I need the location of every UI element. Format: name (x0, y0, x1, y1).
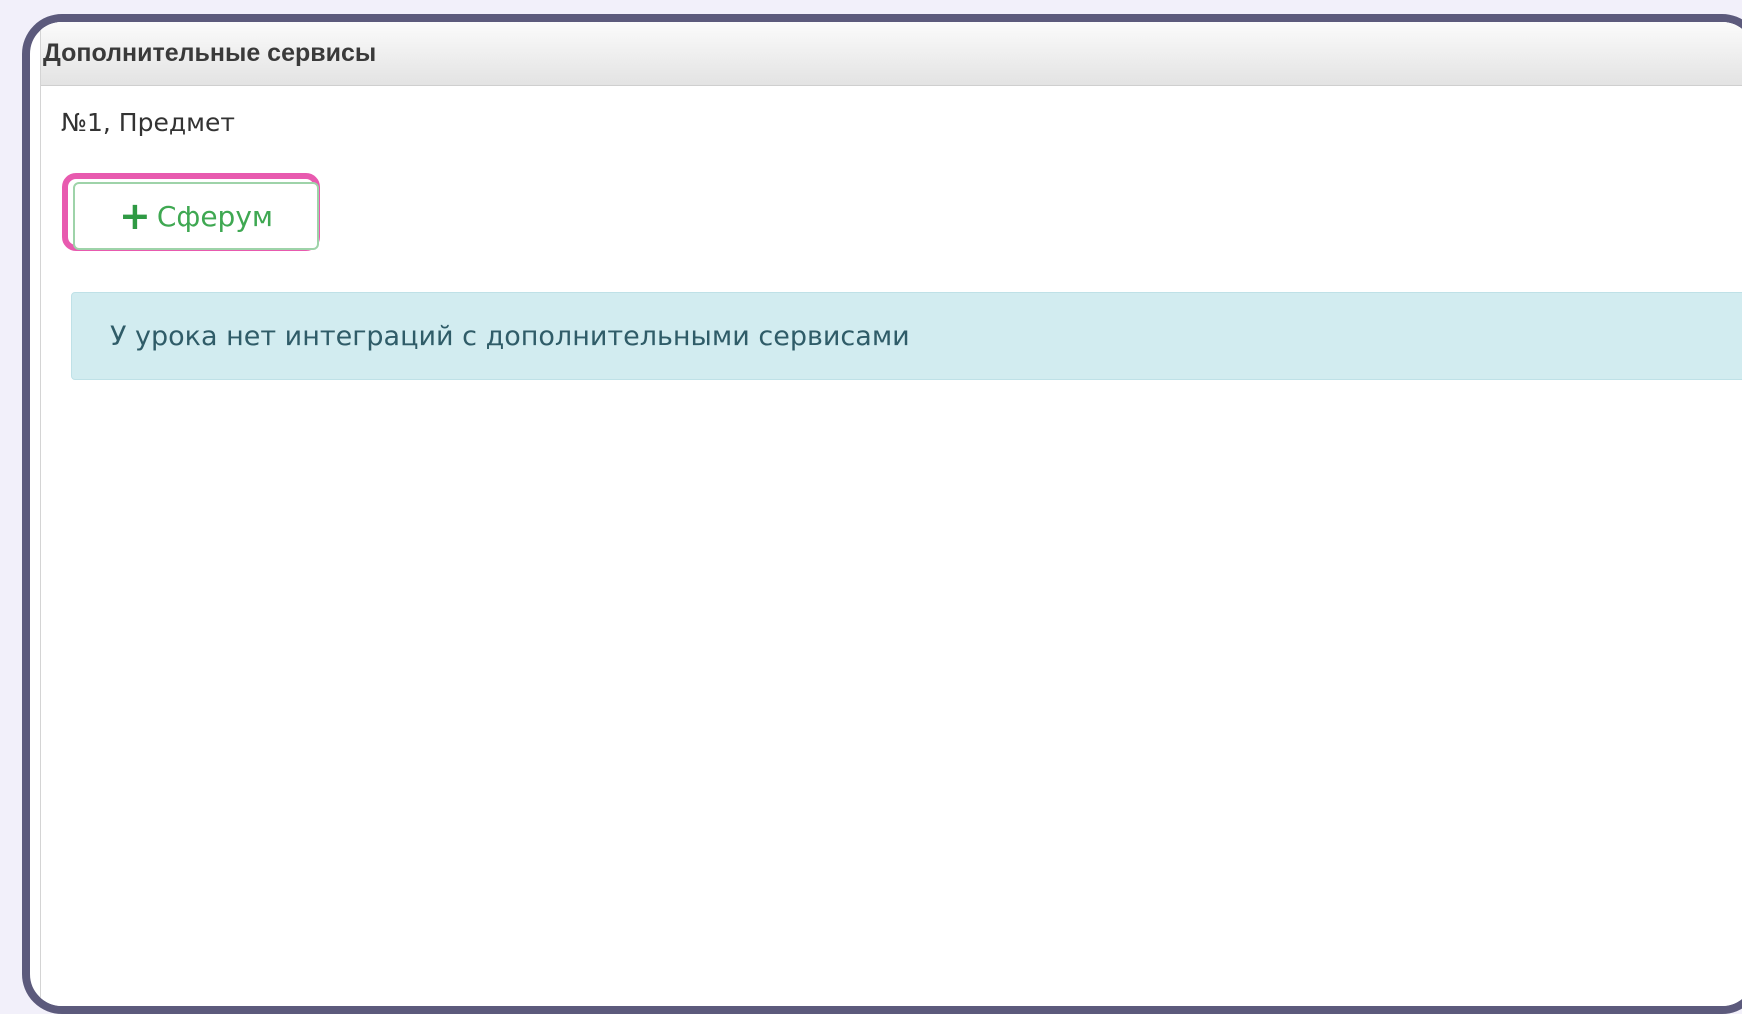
add-sferum-label: Сферум (156, 199, 274, 233)
services-panel: Дополнительные сервисы №1, Предмет + Сфе… (40, 22, 1742, 1006)
add-sferum-button[interactable]: + Сферум (73, 182, 319, 250)
panel-header: Дополнительные сервисы (41, 22, 1742, 86)
panel-title: Дополнительные сервисы (43, 39, 377, 67)
lesson-label: №1, Предмет (61, 108, 235, 137)
plus-icon: + (118, 194, 151, 238)
alert-text: У урока нет интеграций с дополнительными… (110, 320, 910, 352)
device-frame: Дополнительные сервисы №1, Предмет + Сфе… (22, 14, 1742, 1014)
info-alert: У урока нет интеграций с дополнительными… (71, 292, 1742, 380)
